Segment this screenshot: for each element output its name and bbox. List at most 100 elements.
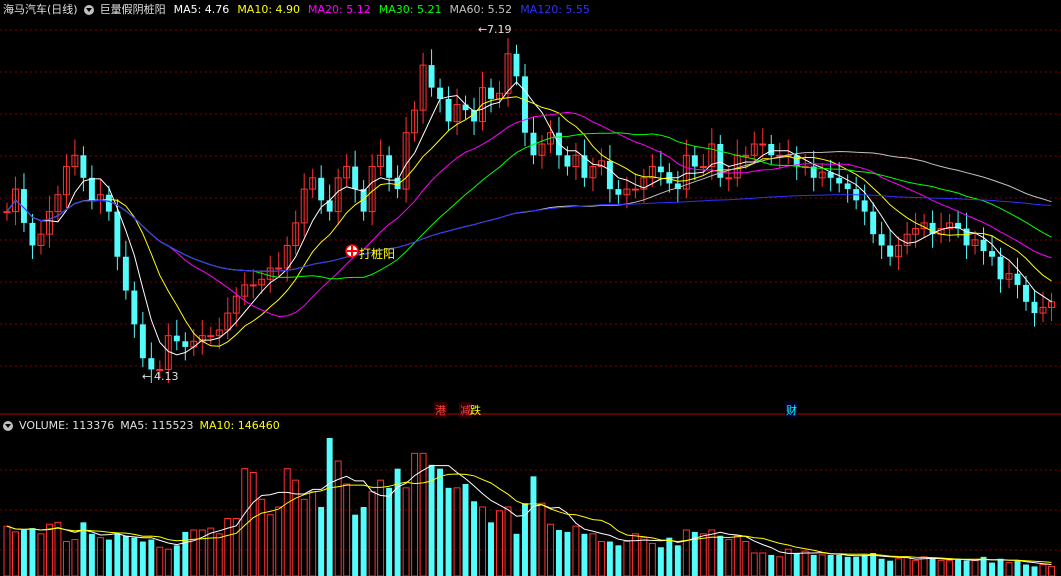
volume-bar-up: [207, 527, 215, 576]
volume-bar-down: [581, 533, 588, 576]
low-price-label: 4.13: [154, 370, 179, 383]
price-volume-chart[interactable]: 7.19 ← ← 4.13 打桩阳: [0, 0, 1061, 576]
volume-bar-down: [182, 531, 189, 576]
candle-body-down: [606, 160, 613, 190]
volume-bar-up: [725, 539, 733, 576]
volume-bar-up: [3, 525, 11, 576]
candle-body-up: [3, 211, 11, 214]
volume-bar-down: [445, 487, 452, 576]
volume-bar-down: [360, 507, 367, 576]
event-marker-finance[interactable]: 财: [785, 402, 798, 418]
volume-bar-down: [114, 533, 121, 576]
candle-body-down: [148, 358, 155, 370]
volume-bar-up: [402, 487, 410, 576]
volume-bar-up: [368, 491, 376, 576]
volume-bar-up: [742, 541, 750, 576]
volume-bar-up: [453, 487, 461, 576]
volume-bar-up: [156, 546, 164, 576]
volume-bar-down: [20, 530, 27, 576]
volume-bar-down: [717, 535, 724, 576]
volume-bar-up: [597, 541, 605, 576]
event-marker-hk[interactable]: 港: [434, 402, 447, 418]
volume-bar-down: [564, 531, 571, 576]
high-price-label: 7.19: [487, 23, 512, 36]
candle-body-down: [29, 222, 36, 246]
volume-bar-down: [810, 554, 817, 576]
candle-body-down: [657, 166, 664, 173]
volume-bar-down: [878, 558, 885, 576]
event-marker-drop[interactable]: 跌: [469, 402, 482, 418]
volume-bar-down: [522, 503, 528, 576]
volume-bar-down: [674, 545, 681, 576]
volume-bar-down: [173, 545, 180, 576]
volume-bar-down: [326, 438, 333, 576]
volume-bar-up: [648, 542, 656, 576]
volume-bar-down: [1031, 566, 1038, 576]
volume-bar-down: [615, 545, 622, 576]
ma120-line: [6, 194, 1052, 272]
volume-bar-down: [437, 468, 444, 576]
volume-bar-up: [232, 518, 240, 576]
volume-bar-up: [479, 506, 486, 576]
candle-body-down: [105, 194, 112, 212]
candle-body-down: [352, 166, 359, 190]
candle-body-down: [870, 211, 877, 235]
volume-bar-up: [733, 535, 741, 576]
ma20-line: [6, 111, 1052, 318]
volume-bar-up: [759, 552, 767, 576]
candle-body-up: [742, 154, 750, 157]
volume-bar-up: [71, 539, 79, 576]
candle-body-down: [437, 87, 444, 99]
volume-bar-down: [139, 541, 146, 576]
candle-body-down: [88, 177, 95, 201]
candle-body-down: [887, 245, 894, 257]
volume-bar-down: [827, 554, 834, 576]
candle-body-down: [462, 104, 469, 111]
candle-body-up: [725, 177, 733, 180]
candle-body-down: [844, 183, 851, 190]
volume-bar-up: [62, 541, 70, 576]
volume-bar-up: [190, 529, 198, 576]
volume-bar-down: [887, 560, 894, 576]
volume-bar-up: [801, 550, 809, 576]
volume-bar-up: [300, 498, 308, 576]
volume-bar-down: [555, 530, 562, 576]
volume-bar-up: [682, 529, 690, 576]
volume-bar-up: [1048, 565, 1055, 576]
volume-bar-up: [903, 556, 911, 576]
volume-bar-up: [818, 554, 826, 576]
candle-body-down: [122, 256, 129, 291]
volume-bar-down: [131, 537, 138, 576]
volume-bar-down: [963, 560, 970, 576]
volume-bar-down: [666, 537, 673, 576]
volume-bar-down: [105, 539, 112, 576]
volume-bar-up: [750, 552, 758, 576]
volume-bar-up: [589, 533, 597, 576]
volume-bar-up: [971, 560, 979, 576]
candle-body-up: [631, 188, 639, 191]
volume-bar-down: [606, 541, 613, 576]
volume-bar-up: [1039, 564, 1047, 576]
candle-body-down: [980, 239, 987, 252]
volume-bar-up: [776, 556, 784, 576]
volume-bar-up: [275, 506, 283, 576]
volume-bar-up: [937, 560, 945, 576]
volume-bar-down: [29, 528, 36, 576]
candle-body-up: [275, 267, 283, 270]
volume-bar-up: [309, 491, 317, 576]
candle-body-down: [768, 144, 775, 156]
candle-body-down: [488, 87, 494, 99]
candle-body-down: [836, 177, 843, 184]
volume-bar-down: [861, 554, 868, 576]
candle-body-down: [114, 211, 121, 257]
volume-bar-up: [699, 533, 707, 576]
volume-bar-down: [386, 487, 393, 576]
volume-bar-down: [352, 514, 359, 576]
grid-lines: [0, 29, 1061, 551]
candle-body-up: [759, 143, 767, 146]
volume-bar-up: [411, 452, 419, 576]
candle-body-down: [878, 234, 885, 246]
candle-body-down: [615, 189, 622, 195]
volume-bar-down: [1023, 564, 1029, 576]
volume-bar-down: [929, 558, 936, 576]
